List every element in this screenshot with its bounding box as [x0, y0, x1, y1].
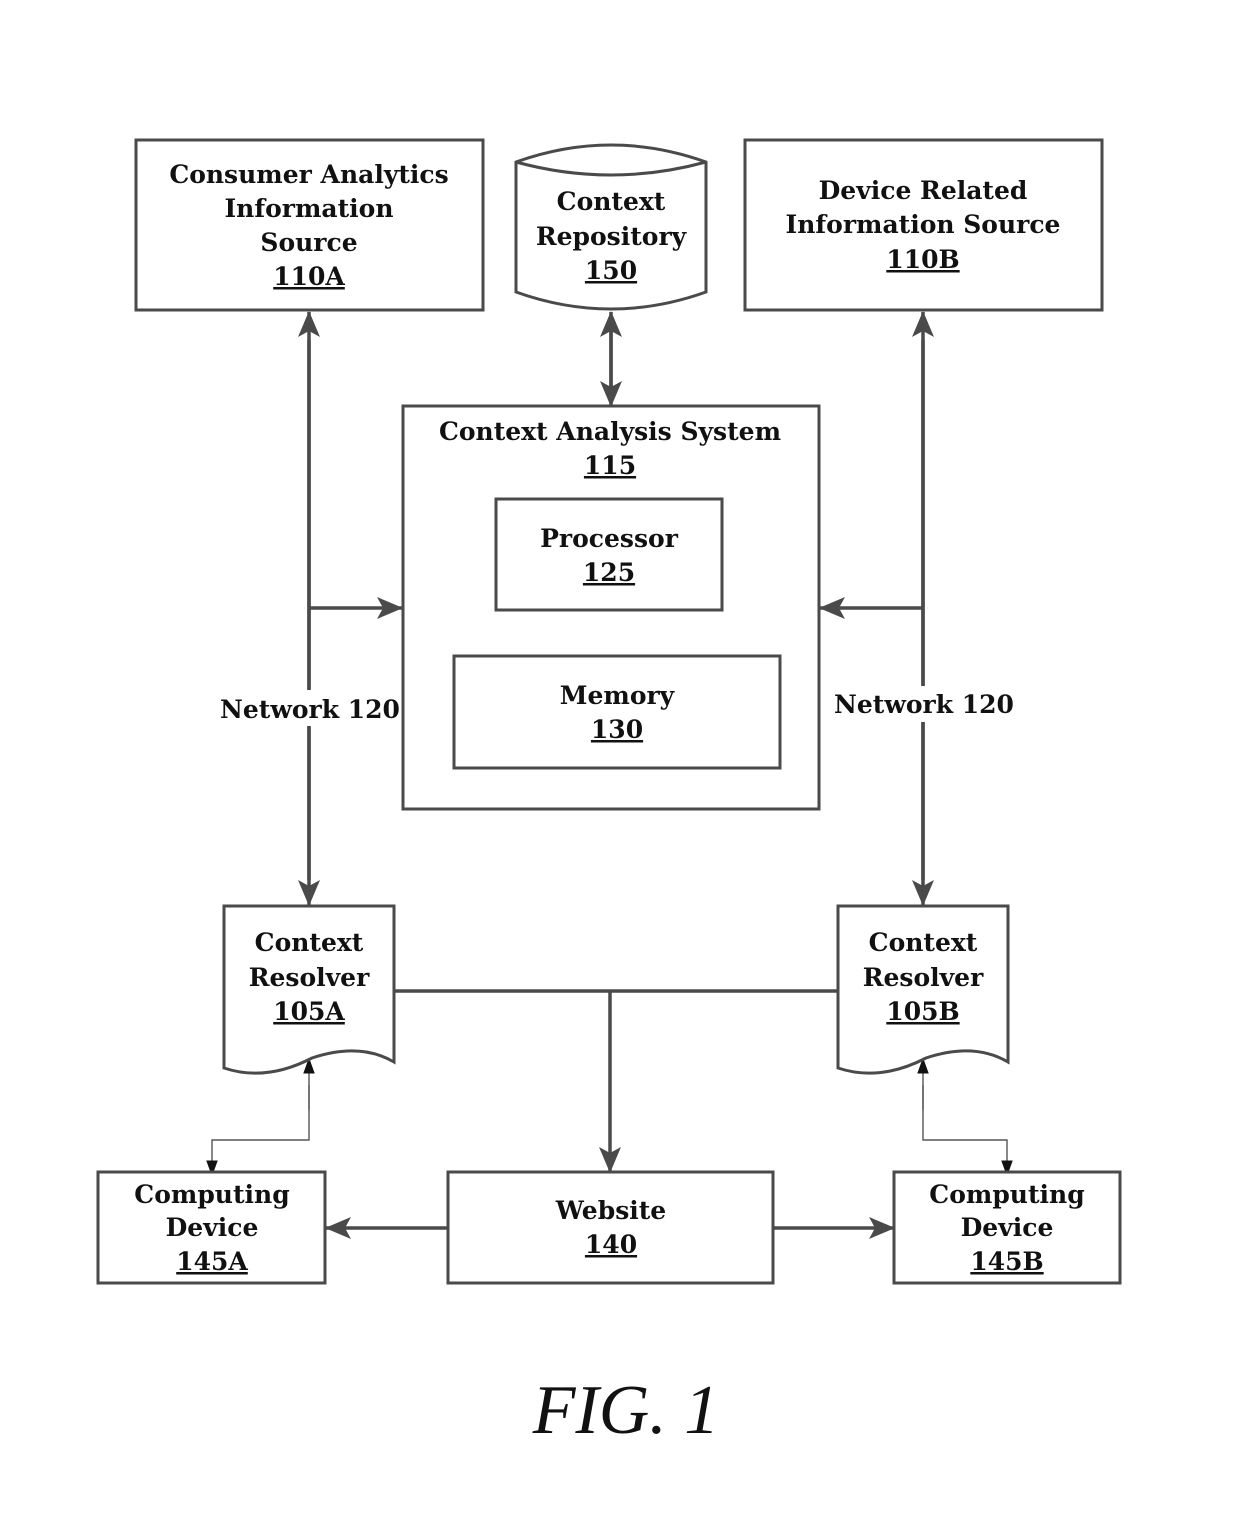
resolver-a-line-1: Context	[255, 928, 364, 957]
memory-ref: 130	[591, 715, 643, 744]
computing-device-a-node: Computing Device 145A	[96, 1170, 327, 1285]
processor-label: Processor	[540, 524, 679, 553]
figure-caption: FIG. 1	[532, 1372, 720, 1449]
device-related-ref: 110B	[886, 245, 959, 274]
consumer-analytics-line-2: Information	[224, 194, 393, 223]
context-analysis-title: Context Analysis System	[439, 417, 781, 446]
context-repository-line-2: Repository	[536, 222, 688, 251]
context-analysis-system-node: Context Analysis System 115 Processor 12…	[401, 404, 821, 811]
computing-a-line-2: Device	[166, 1213, 259, 1242]
processor-node: Processor 125	[494, 497, 724, 612]
website-label: Website	[555, 1196, 666, 1225]
resolver-b-line-1: Context	[869, 928, 978, 957]
consumer-analytics-line-3: Source	[260, 228, 357, 257]
network-label-right: Network 120	[834, 690, 1014, 719]
computing-b-line-2: Device	[961, 1213, 1054, 1242]
resolver-a-line-2: Resolver	[249, 963, 370, 992]
system-block-diagram: Network 120 Network 120 Consumer Analyti…	[96, 138, 1122, 1449]
context-resolver-b-node: Context Resolver 105B	[836, 904, 1010, 1075]
website-node: Website 140	[446, 1170, 775, 1285]
computing-a-line-1: Computing	[134, 1180, 289, 1209]
device-related-line-1: Device Related	[819, 176, 1028, 205]
resolver-b-device-b-link	[922, 1085, 1013, 1177]
memory-label: Memory	[560, 681, 676, 710]
context-repository-line-1: Context	[557, 187, 666, 216]
website-ref: 140	[585, 1230, 637, 1259]
device-related-line-2: Information Source	[786, 210, 1061, 239]
memory-node: Memory 130	[452, 654, 782, 770]
resolver-a-ref: 105A	[273, 997, 345, 1026]
computing-device-b-node: Computing Device 145B	[892, 1170, 1122, 1285]
device-related-source-node: Device Related Information Source 110B	[743, 138, 1104, 312]
processor-ref: 125	[583, 558, 635, 587]
context-repository-ref: 150	[585, 256, 637, 285]
resolver-b-ref: 105B	[886, 997, 959, 1026]
context-repository-node: Context Repository 150	[514, 143, 708, 311]
resolver-b-line-2: Resolver	[863, 963, 984, 992]
consumer-analytics-line-1: Consumer Analytics	[169, 160, 448, 189]
computing-b-line-1: Computing	[929, 1180, 1084, 1209]
context-analysis-ref: 115	[584, 451, 636, 480]
computing-b-ref: 145B	[970, 1247, 1043, 1276]
consumer-analytics-source-node: Consumer Analytics Information Source 11…	[134, 138, 485, 312]
computing-a-ref: 145A	[176, 1247, 248, 1276]
context-resolver-a-node: Context Resolver 105A	[222, 904, 396, 1075]
consumer-analytics-ref: 110A	[273, 262, 345, 291]
resolver-a-device-a-link	[206, 1085, 310, 1177]
network-label-left: Network 120	[220, 695, 400, 724]
